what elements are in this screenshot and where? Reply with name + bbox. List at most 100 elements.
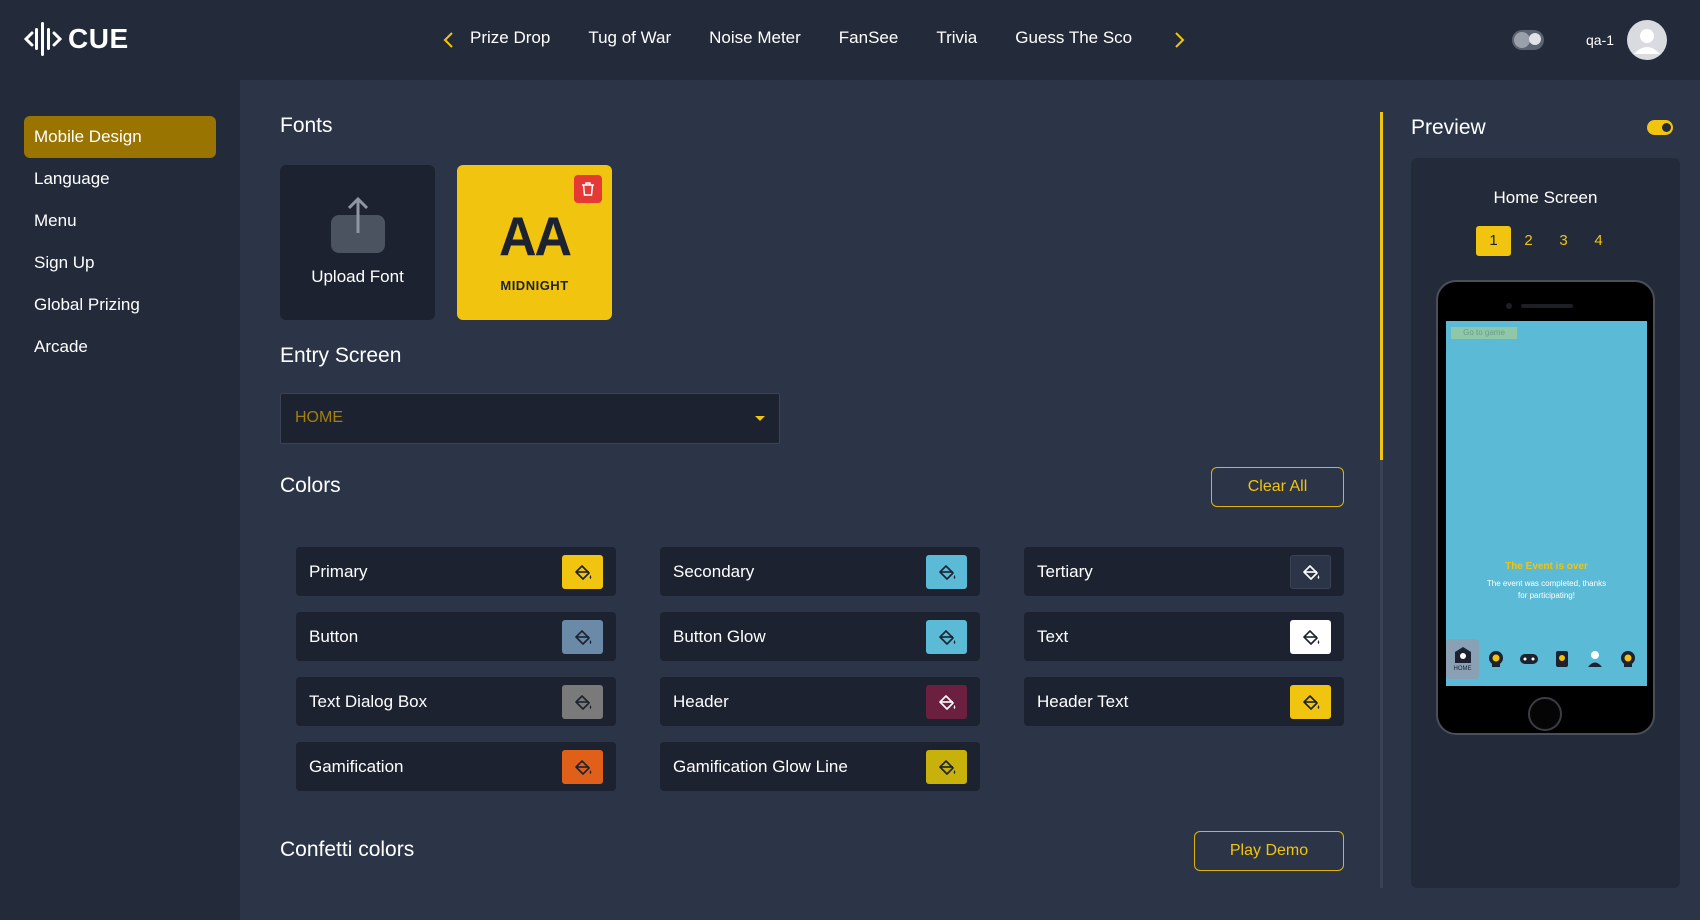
- color-swatch-button[interactable]: [562, 685, 603, 719]
- play-demo-button[interactable]: Play Demo: [1194, 831, 1344, 871]
- color-row-label: Primary: [309, 562, 368, 581]
- nav-tab-tug-of-war[interactable]: Tug of War: [588, 28, 671, 48]
- phone-bottom-nav: HOME: [1446, 639, 1647, 686]
- fonts-title: Fonts: [280, 114, 333, 137]
- nav-next-button[interactable]: [1169, 26, 1191, 54]
- logo-text: CUE: [68, 23, 129, 54]
- preview-page-1[interactable]: 1: [1476, 226, 1511, 256]
- preview-page-3[interactable]: 3: [1546, 226, 1581, 256]
- color-swatch-button[interactable]: [1290, 620, 1331, 654]
- color-swatch-button[interactable]: [926, 620, 967, 654]
- color-row-text[interactable]: Text: [1024, 612, 1344, 661]
- toggle-knob: [1662, 123, 1671, 132]
- nav-tab-guess-the-score[interactable]: Guess The Sco: [1015, 28, 1132, 48]
- color-row-header[interactable]: Header: [660, 677, 980, 726]
- color-swatch-button[interactable]: [1290, 555, 1331, 589]
- color-row-header-text[interactable]: Header Text: [1024, 677, 1344, 726]
- entry-screen-select[interactable]: HOME: [280, 393, 780, 444]
- upload-font-label: Upload Font: [311, 267, 404, 286]
- color-row-secondary[interactable]: Secondary: [660, 547, 980, 596]
- color-swatch-button[interactable]: [562, 750, 603, 784]
- sidebar-item-menu[interactable]: Menu: [24, 200, 216, 242]
- color-row-label: Text Dialog Box: [309, 692, 428, 711]
- color-swatch-button[interactable]: [562, 620, 603, 654]
- color-row-text-dialog-box[interactable]: Text Dialog Box: [296, 677, 616, 726]
- preview-title: Preview: [1411, 116, 1486, 139]
- user-icon: [1587, 651, 1602, 667]
- preview-pagination: 1 2 3 4: [1476, 226, 1616, 256]
- nav-tab-prize-drop[interactable]: Prize Drop: [470, 28, 550, 48]
- phone-home-button: [1528, 697, 1562, 731]
- paint-bucket-icon: [1302, 630, 1319, 645]
- paint-bucket-icon: [574, 630, 591, 645]
- paint-bucket-icon: [938, 760, 955, 775]
- sidebar-item-language[interactable]: Language: [24, 158, 216, 200]
- user-icon: [1634, 29, 1660, 54]
- color-row-gamification[interactable]: Gamification: [296, 742, 616, 791]
- trash-icon: [582, 182, 594, 196]
- game-nav-tabs: Prize Drop Tug of War Noise Meter FanSee Tri…: [470, 28, 1155, 54]
- font-card-midnight[interactable]: AA MIDNIGHT: [457, 165, 612, 320]
- color-row-button-glow[interactable]: Button Glow: [660, 612, 980, 661]
- upload-font-card[interactable]: Upload Font: [280, 165, 435, 320]
- user-name: qa-1: [1586, 32, 1615, 48]
- phone-nav-prize[interactable]: [1479, 639, 1512, 679]
- clear-all-button[interactable]: Clear All: [1211, 467, 1344, 507]
- color-row-primary[interactable]: Primary: [296, 547, 616, 596]
- preview-toggle[interactable]: [1647, 120, 1673, 135]
- nav-tab-noise-meter[interactable]: Noise Meter: [709, 28, 801, 48]
- paint-bucket-icon: [1302, 565, 1319, 580]
- nav-prev-button[interactable]: [437, 26, 459, 54]
- paint-bucket-icon: [938, 695, 955, 710]
- phone-screen: Go to game The Event is over The event w…: [1446, 321, 1647, 686]
- logo[interactable]: CUE: [24, 20, 129, 58]
- delete-font-button[interactable]: [574, 175, 602, 203]
- color-swatch-button[interactable]: [562, 555, 603, 589]
- logo-waveform-icon: [24, 22, 62, 56]
- phone-nav-home[interactable]: HOME: [1446, 639, 1479, 679]
- phone-nav-games[interactable]: [1512, 639, 1545, 679]
- phone-nav-rewards[interactable]: [1611, 639, 1644, 679]
- phone-nav-cards[interactable]: [1545, 639, 1578, 679]
- caret-down-icon: [755, 416, 765, 421]
- event-over-title: The Event is over: [1505, 561, 1588, 572]
- medal-icon: [1620, 651, 1635, 667]
- color-row-label: Secondary: [673, 562, 755, 581]
- card-icon: [1555, 651, 1568, 667]
- chevron-left-icon: [443, 32, 453, 48]
- avatar[interactable]: [1627, 20, 1667, 60]
- theme-toggle[interactable]: [1512, 30, 1544, 50]
- phone-speaker: [1521, 304, 1573, 308]
- nav-tab-trivia[interactable]: Trivia: [936, 28, 977, 48]
- home-badge-icon: [1454, 647, 1471, 663]
- scroll-thumb[interactable]: [1380, 112, 1383, 460]
- color-row-tertiary[interactable]: Tertiary: [1024, 547, 1344, 596]
- preview-page-2[interactable]: 2: [1511, 226, 1546, 256]
- color-row-label: Text: [1037, 627, 1069, 646]
- color-row-label: Button Glow: [673, 627, 766, 646]
- phone-nav-profile[interactable]: [1578, 639, 1611, 679]
- sidebar-item-arcade[interactable]: Arcade: [24, 326, 216, 368]
- phone-mockup: Go to game The Event is over The event w…: [1436, 280, 1655, 735]
- color-row-label: Header Text: [1037, 692, 1129, 711]
- nav-tab-fansee[interactable]: FanSee: [839, 28, 899, 48]
- confetti-title: Confetti colors: [280, 838, 415, 861]
- font-preview: AA: [498, 206, 572, 268]
- color-row-gamification-glow-line[interactable]: Gamification Glow Line: [660, 742, 980, 791]
- color-swatch-button[interactable]: [926, 555, 967, 589]
- go-to-game-button[interactable]: Go to game: [1451, 327, 1517, 339]
- color-row-button[interactable]: Button: [296, 612, 616, 661]
- color-swatch-button[interactable]: [926, 750, 967, 784]
- phone-camera: [1506, 303, 1512, 309]
- color-swatch-button[interactable]: [1290, 685, 1331, 719]
- sidebar-item-sign-up[interactable]: Sign Up: [24, 242, 216, 284]
- font-name: MIDNIGHT: [500, 278, 569, 293]
- color-swatch-button[interactable]: [926, 685, 967, 719]
- gamepad-icon: [1519, 654, 1538, 664]
- preview-page-4[interactable]: 4: [1581, 226, 1616, 256]
- color-row-label: Gamification: [309, 757, 404, 776]
- sidebar-item-global-prizing[interactable]: Global Prizing: [24, 284, 216, 326]
- preview-screen-name: Home Screen: [1493, 188, 1598, 207]
- sidebar-item-mobile-design[interactable]: Mobile Design: [24, 116, 216, 158]
- color-row-label: Button: [309, 627, 359, 646]
